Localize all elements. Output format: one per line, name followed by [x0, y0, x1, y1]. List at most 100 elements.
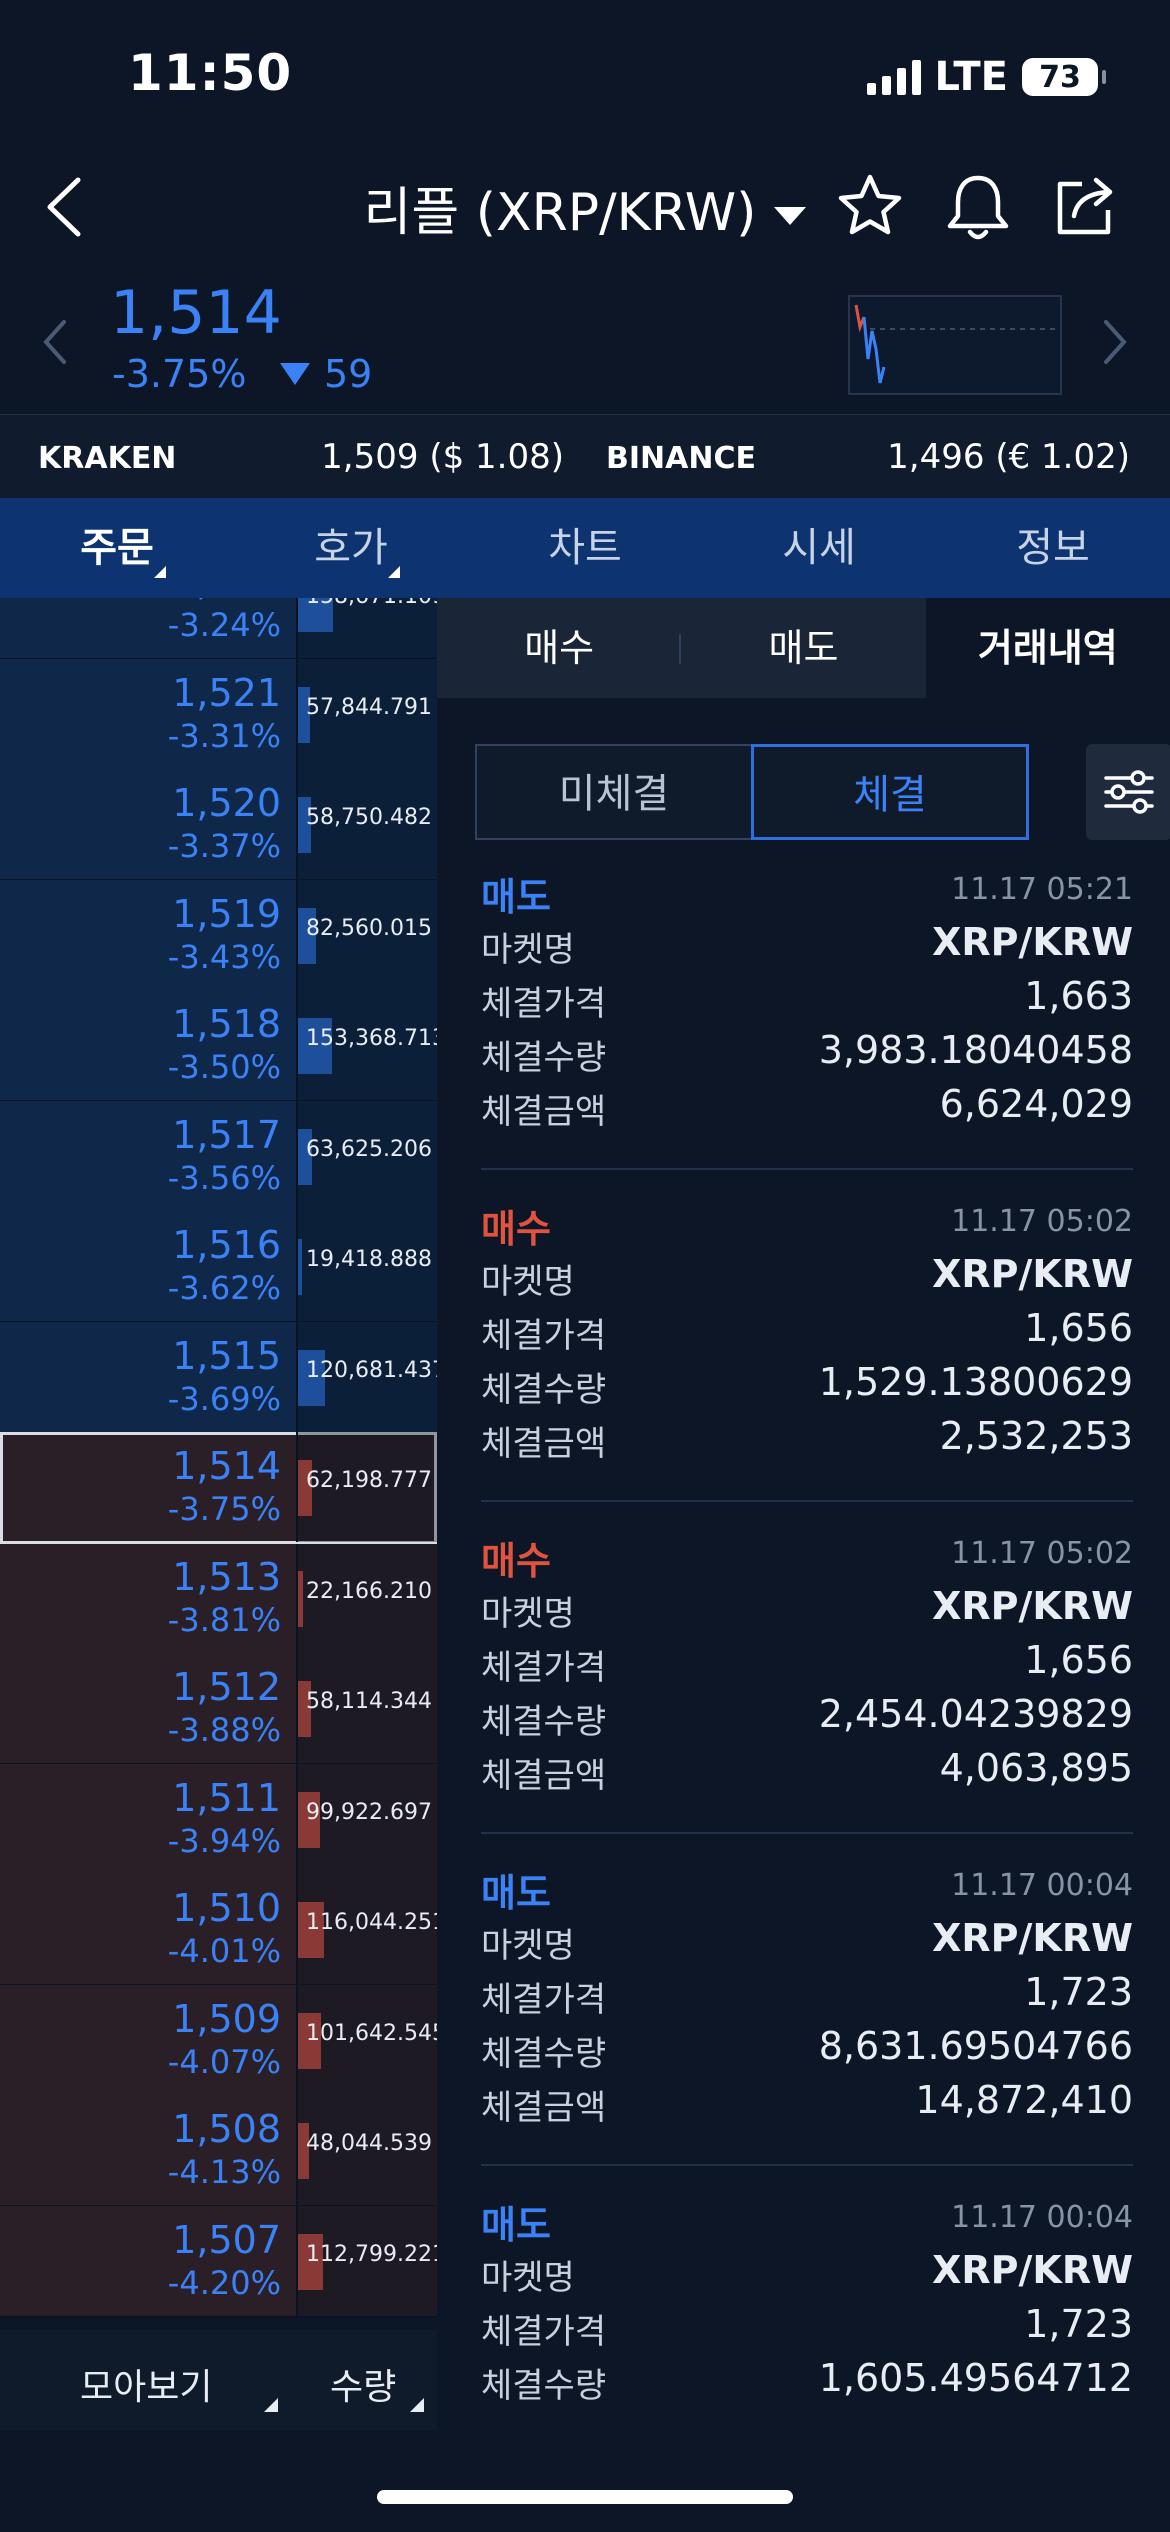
orderbook-bid-row[interactable]: 1,511 -3.94% 99,922.697	[0, 1763, 437, 1876]
bell-icon	[947, 175, 1009, 240]
orderbook-bid-row[interactable]: 1,507 -4.20% 112,799.221	[0, 2205, 437, 2318]
corner-indicator-icon	[410, 2398, 424, 2412]
filter-filled-label: 체결	[853, 772, 927, 818]
trade-market-value: XRP/KRW	[932, 920, 1133, 964]
orderbook-ask-row[interactable]: 1,517 -3.56% 63,625.206	[0, 1100, 437, 1213]
change-percent: -3.75%	[112, 352, 247, 396]
tab-trade-history[interactable]: 거래내역	[925, 598, 1170, 698]
orderbook-change-percent: -4.01%	[167, 1932, 281, 1970]
favorite-button[interactable]	[836, 172, 904, 240]
trade-item[interactable]: 매도 11.17 05:21 마켓명 XRP/KRW 체결가격 1,663 체결수량 3,98…	[481, 866, 1133, 1170]
trade-time: 11.17 05:02	[951, 1536, 1133, 1571]
mini-price-chart[interactable]	[848, 295, 1062, 395]
orderbook-change-percent: -4.07%	[167, 2042, 281, 2081]
trade-price-value: 1,656	[1024, 1306, 1133, 1350]
orderbook-ask-row[interactable]: 1,518 -3.50% 153,368.713	[0, 990, 437, 1102]
change-amount: 59	[280, 352, 372, 396]
exchange-name-kraken: KRAKEN	[38, 441, 177, 476]
orderbook-bid-row[interactable]: 1,510 -4.01% 116,044.251	[0, 1874, 437, 1986]
group-view-button[interactable]: 모아보기	[80, 2358, 212, 2410]
sliders-icon	[1104, 770, 1154, 814]
orderbook-ask-row[interactable]: 1,522 -3.24% 158,671.109	[0, 598, 437, 660]
filter-unfilled-button[interactable]: 미체결	[475, 744, 751, 840]
trade-item[interactable]: 매도 11.17 00:04 마켓명 XRP/KRW 체결가격 1,723 체결수량 8,63…	[481, 1862, 1133, 2166]
tab-market-price[interactable]: 시세	[702, 498, 936, 598]
orderbook-change-percent: -3.43%	[167, 937, 281, 976]
tab-market-price-label: 시세	[782, 525, 856, 571]
orderbook-quantity: 99,922.697	[306, 1799, 432, 1825]
orderbook-price: 1,518	[172, 1002, 281, 1046]
orderbook-price: 1,516	[172, 1223, 281, 1267]
trade-side: 매수	[481, 1539, 551, 1583]
orderbook-quantity: 158,671.109	[306, 598, 437, 609]
trade-divider	[481, 1168, 1133, 1170]
orderbook-ask-row[interactable]: 1,515 -3.69% 120,681.437	[0, 1321, 437, 1434]
orderbook-quantity-cell: 58,750.482	[296, 769, 437, 879]
orderbook-price: 1,522	[172, 598, 281, 604]
trade-qty-label: 체결수량	[481, 2034, 607, 2074]
page-title: 리플 (XRP/KRW)	[363, 183, 757, 243]
trade-amount-label: 체결금액	[481, 1756, 607, 1796]
trade-amount-value: 4,063,895	[939, 1746, 1133, 1790]
orderbook-quantity-cell: 153,368.713	[296, 990, 437, 1100]
orderbook-volume-bar	[298, 1570, 303, 1627]
tab-info[interactable]: 정보	[936, 498, 1170, 598]
orderbook-bid-row[interactable]: 1,508 -4.13% 48,044.539	[0, 2095, 437, 2207]
next-market-button[interactable]	[1100, 318, 1130, 366]
tab-orderbook-label: 호가	[314, 525, 388, 571]
filter-filled-button[interactable]: 체결	[751, 744, 1029, 840]
quantity-toggle-button[interactable]: 수량	[330, 2358, 396, 2410]
orderbook-row-current[interactable]: 1,514 -3.75% 62,198.777	[0, 1432, 437, 1544]
triangle-down-icon	[280, 363, 310, 385]
tab-chart[interactable]: 차트	[468, 498, 702, 598]
trade-price-value: 1,723	[1024, 1970, 1133, 2014]
trade-price-label: 체결가격	[481, 1648, 607, 1688]
trade-item[interactable]: 매수 11.17 05:02 마켓명 XRP/KRW 체결가격 1,656 체결수량 1,52…	[481, 1198, 1133, 1502]
trade-time: 11.17 05:02	[951, 1204, 1133, 1239]
trade-amount-value: 14,872,410	[915, 2078, 1133, 2122]
orderbook-quantity-cell: 19,418.888	[296, 1211, 437, 1321]
orderbook-change-percent: -3.62%	[167, 1269, 281, 1307]
corner-indicator-icon	[264, 2398, 278, 2412]
orderbook-bid-row[interactable]: 1,513 -3.81% 22,166.210	[0, 1542, 437, 1655]
trade-item[interactable]: 매도 11.17 00:04 마켓명 XRP/KRW 체결가격 1,723 체결수량 1,60…	[481, 2194, 1133, 2430]
orderbook-change-percent: -3.69%	[167, 1379, 281, 1418]
orderbook-bid-row[interactable]: 1,512 -3.88% 58,114.344	[0, 1653, 437, 1765]
tab-orderbook[interactable]: 호가	[234, 498, 468, 598]
trade-qty-value: 2,454.04239829	[818, 1692, 1133, 1736]
orderbook-change-percent: -3.31%	[167, 716, 281, 755]
prev-market-button[interactable]	[40, 318, 70, 366]
trade-time: 11.17 00:04	[951, 2200, 1133, 2235]
trade-side: 매수	[481, 1207, 551, 1251]
trade-item[interactable]: 매수 11.17 05:02 마켓명 XRP/KRW 체결가격 1,656 체결수량 2,45…	[481, 1530, 1133, 1834]
home-indicator[interactable]	[377, 2490, 793, 2504]
orderbook-controls: 모아보기 수량	[0, 2330, 437, 2430]
trade-qty-value: 1,605.49564712	[818, 2356, 1133, 2400]
orderbook-price: 1,510	[172, 1886, 281, 1930]
orderbook-ask-row[interactable]: 1,519 -3.43% 82,560.015	[0, 879, 437, 992]
tab-sell[interactable]: 매도	[681, 598, 925, 698]
orderbook-quantity: 120,681.437	[306, 1357, 437, 1383]
orderbook-change-percent: -3.24%	[167, 606, 281, 644]
trade-divider	[481, 1500, 1133, 1502]
orderbook-ask-row[interactable]: 1,520 -3.37% 58,750.482	[0, 769, 437, 881]
tab-order[interactable]: 주문	[0, 498, 234, 598]
tab-buy[interactable]: 매수	[437, 598, 682, 698]
alert-button[interactable]	[944, 172, 1012, 244]
chevron-down-icon	[774, 207, 807, 225]
orderbook: 1,522 -3.24% 158,671.109 1,521-3.31% 57,844.…	[0, 598, 437, 2330]
trade-qty-label: 체결수량	[481, 2366, 607, 2406]
share-button[interactable]	[1052, 172, 1120, 240]
trade-market-label: 마켓명	[481, 930, 575, 970]
orderbook-ask-row[interactable]: 1,516 -3.62% 19,418.888	[0, 1211, 437, 1323]
orderbook-quantity-cell: 116,044.251	[296, 1874, 437, 1984]
orderbook-quantity: 58,750.482	[306, 805, 432, 830]
orderbook-quantity-cell: 158,671.109	[296, 598, 437, 658]
filter-settings-button[interactable]	[1086, 744, 1170, 840]
orderbook-price: 1,517	[172, 1112, 281, 1157]
orderbook-bid-row[interactable]: 1,509 -4.07% 101,642.545	[0, 1984, 437, 2097]
orderbook-ask-row[interactable]: 1,521 -3.31% 57,844.791	[0, 658, 437, 771]
orderbook-price: 1,521	[172, 670, 281, 715]
orderbook-quantity: 82,560.015	[306, 915, 432, 941]
trade-time: 11.17 00:04	[951, 1868, 1133, 1903]
